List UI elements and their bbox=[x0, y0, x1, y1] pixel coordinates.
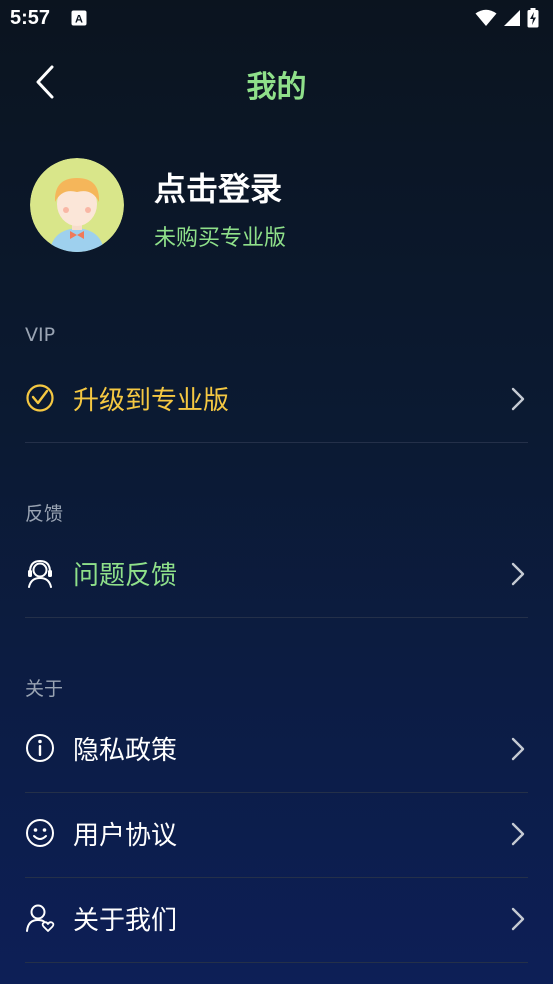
avatar[interactable] bbox=[30, 158, 124, 252]
chevron-right-icon bbox=[511, 737, 525, 761]
svg-text:A: A bbox=[75, 14, 83, 26]
page-title: 我的 bbox=[246, 70, 307, 105]
smile-icon bbox=[26, 819, 54, 847]
chevron-right-icon bbox=[511, 387, 525, 411]
vip-check-icon bbox=[26, 384, 54, 412]
chevron-right-icon bbox=[511, 907, 525, 931]
cartoon-avatar-icon bbox=[30, 158, 124, 252]
status-bar: 5:57 A bbox=[0, 0, 553, 38]
a-notification-icon: A bbox=[71, 10, 87, 26]
chevron-right-icon bbox=[511, 822, 525, 846]
menu-item-user-agreement[interactable]: 用户协议 bbox=[25, 793, 528, 878]
signal-icon bbox=[504, 10, 520, 26]
menu-item-label: 用户协议 bbox=[73, 821, 178, 851]
chevron-right-icon bbox=[511, 562, 525, 586]
menu-item-label: 关于我们 bbox=[73, 906, 178, 936]
menu-item-label: 隐私政策 bbox=[73, 736, 178, 766]
menu-item-label: 升级到专业版 bbox=[73, 386, 230, 416]
battery-charging-icon bbox=[527, 8, 539, 28]
menu-item-feedback[interactable]: 问题反馈 bbox=[25, 533, 528, 618]
info-icon bbox=[26, 734, 54, 762]
menu-item-label: 问题反馈 bbox=[73, 561, 178, 591]
headset-support-icon bbox=[28, 559, 52, 588]
header: 我的 bbox=[0, 50, 553, 114]
status-time: 5:57 bbox=[10, 7, 51, 29]
subscription-status: 未购买专业版 bbox=[154, 226, 287, 251]
user-heart-icon bbox=[26, 904, 55, 932]
section-label-feedback: 反馈 bbox=[25, 503, 64, 525]
login-prompt[interactable]: 点击登录 bbox=[154, 164, 282, 210]
wifi-icon bbox=[475, 9, 497, 26]
section-label-about: 关于 bbox=[25, 678, 64, 700]
menu-item-upgrade-pro[interactable]: 升级到专业版 bbox=[25, 358, 528, 443]
section-label-vip: VIP bbox=[25, 324, 56, 346]
menu-item-about-us[interactable]: 关于我们 bbox=[25, 878, 528, 963]
menu-item-privacy-policy[interactable]: 隐私政策 bbox=[25, 708, 528, 793]
profile-card[interactable]: 点击登录 未购买专业版 bbox=[30, 158, 530, 254]
